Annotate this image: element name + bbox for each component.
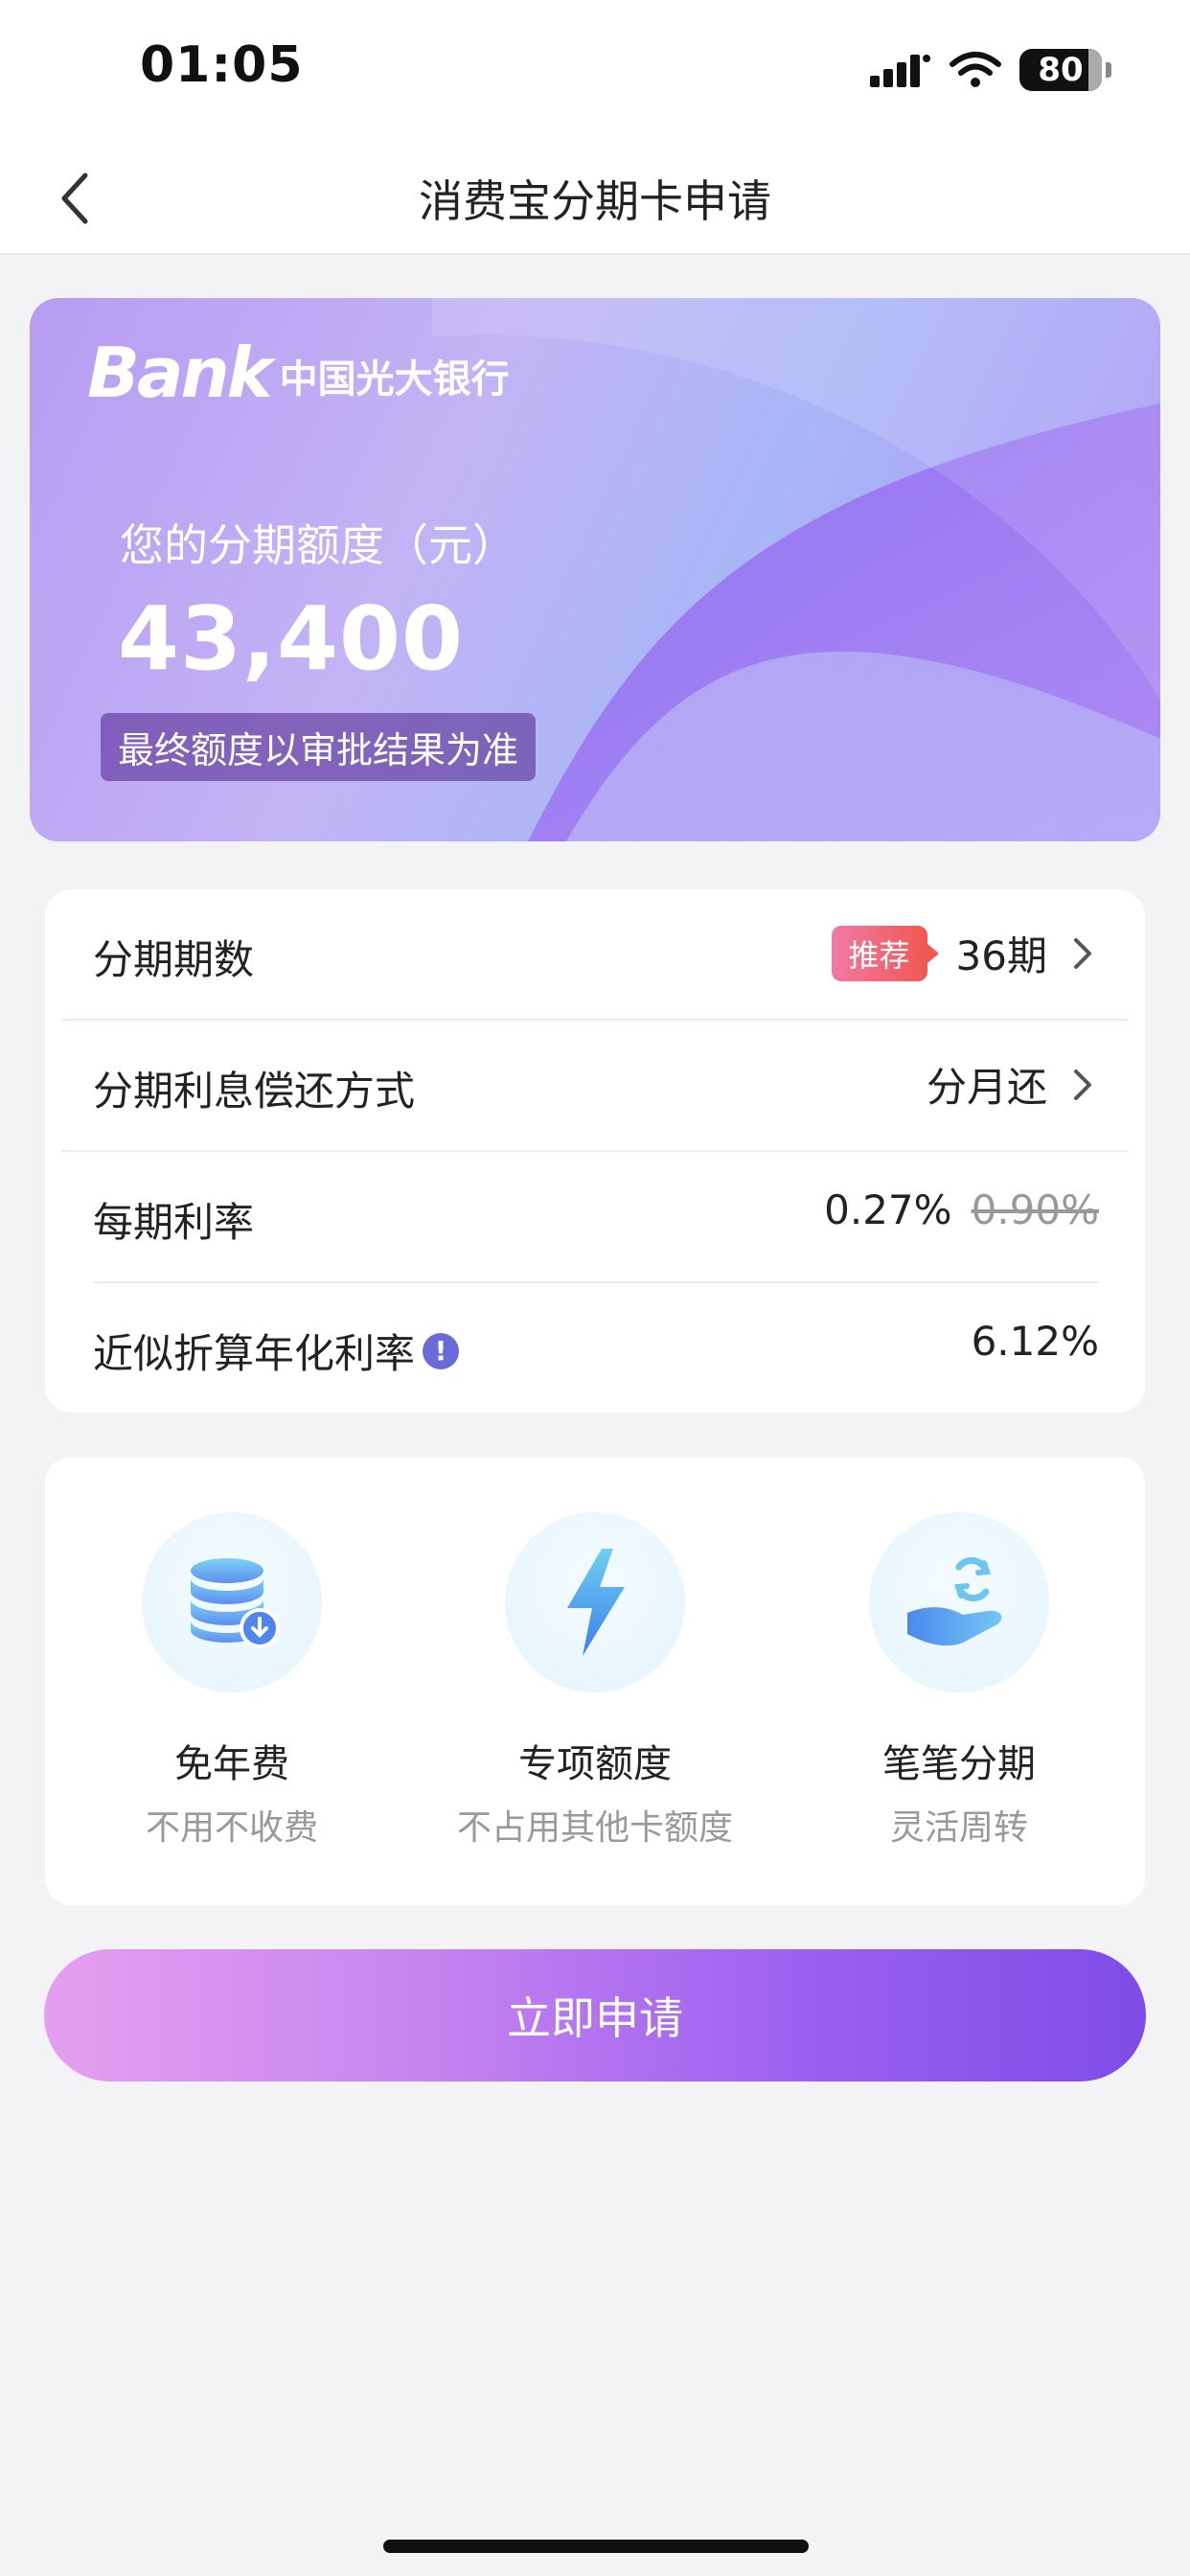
wifi-icon bbox=[950, 52, 1001, 87]
features-card: 免年费 不用不收费 专项额度 不占用其他卡额度 笔笔分期 灵活周转 bbox=[45, 1457, 1145, 1905]
term-value: 36期 bbox=[955, 932, 1047, 979]
status-icons: 80 bbox=[870, 46, 1111, 94]
battery-level: 80 bbox=[1038, 51, 1084, 89]
database-icon bbox=[191, 1558, 280, 1648]
lightning-icon bbox=[567, 1549, 625, 1656]
info-icon[interactable]: ! bbox=[423, 1332, 460, 1369]
row-label: 近似折算年化利率 bbox=[93, 1330, 416, 1377]
home-indicator bbox=[383, 2540, 809, 2553]
credit-limit-card: Bank 中国光大银行 您的分期额度（元） 43,400 最终额度以审批结果为准 bbox=[30, 298, 1160, 841]
installment-term-row[interactable]: 分期期数 推荐 36期 bbox=[45, 889, 1145, 1020]
rate-value: 0.27% bbox=[824, 1186, 952, 1233]
repayment-method-row[interactable]: 分期利息偿还方式 分月还 bbox=[45, 1021, 1145, 1151]
limit-note: 最终额度以审批结果为准 bbox=[101, 713, 537, 781]
chevron-right-icon bbox=[1074, 937, 1091, 969]
chevron-right-icon bbox=[1074, 1069, 1091, 1100]
nav-bar: 消费宝分期卡申请 bbox=[0, 144, 1190, 255]
repayment-value: 分月还 bbox=[926, 1064, 1047, 1111]
annual-rate-value: 6.12% bbox=[971, 1318, 1099, 1365]
rate-row: 每期利率 0.27% 0.90% bbox=[45, 1152, 1145, 1282]
feature-title: 免年费 bbox=[174, 1742, 289, 1786]
feature-subtitle: 不占用其他卡额度 bbox=[456, 1808, 733, 1848]
original-rate: 0.90% bbox=[971, 1186, 1099, 1233]
status-time: 01:05 bbox=[140, 36, 304, 94]
row-label: 分期利息偿还方式 bbox=[93, 1068, 416, 1115]
feature-subtitle: 不用不收费 bbox=[145, 1808, 318, 1848]
feature-title: 笔笔分期 bbox=[882, 1742, 1036, 1786]
apply-now-button[interactable]: 立即申请 bbox=[44, 1949, 1146, 2082]
feature-title: 专项额度 bbox=[518, 1742, 672, 1786]
hand-refresh-icon bbox=[907, 1556, 1002, 1646]
bank-name: 中国光大银行 bbox=[279, 357, 510, 402]
cellular-signal-icon bbox=[870, 55, 930, 87]
bank-logo-text: Bank bbox=[87, 333, 273, 413]
status-bar: 01:05 80 bbox=[0, 0, 1190, 144]
limit-label: 您的分期额度（元） bbox=[120, 519, 516, 571]
bank-logo: Bank 中国光大银行 bbox=[87, 338, 510, 407]
row-label: 每期利率 bbox=[93, 1199, 255, 1246]
annual-rate-row: 近似折算年化利率 ! 6.12% bbox=[45, 1283, 1145, 1414]
row-label: 分期期数 bbox=[93, 936, 255, 983]
installment-info-card: 分期期数 推荐 36期 分期利息偿还方式 分月还 每期利率 0.27% 0.90… bbox=[45, 889, 1145, 1413]
recommend-badge: 推荐 bbox=[831, 925, 939, 981]
feature-item: 笔笔分期 灵活周转 bbox=[787, 1457, 1132, 1905]
battery-icon: 80 bbox=[1019, 49, 1111, 91]
page-title: 消费宝分期卡申请 bbox=[419, 175, 771, 227]
feature-subtitle: 灵活周转 bbox=[889, 1808, 1028, 1848]
limit-amount: 43,400 bbox=[118, 587, 465, 690]
feature-item: 免年费 不用不收费 bbox=[59, 1457, 404, 1905]
feature-item: 专项额度 不占用其他卡额度 bbox=[423, 1457, 767, 1905]
